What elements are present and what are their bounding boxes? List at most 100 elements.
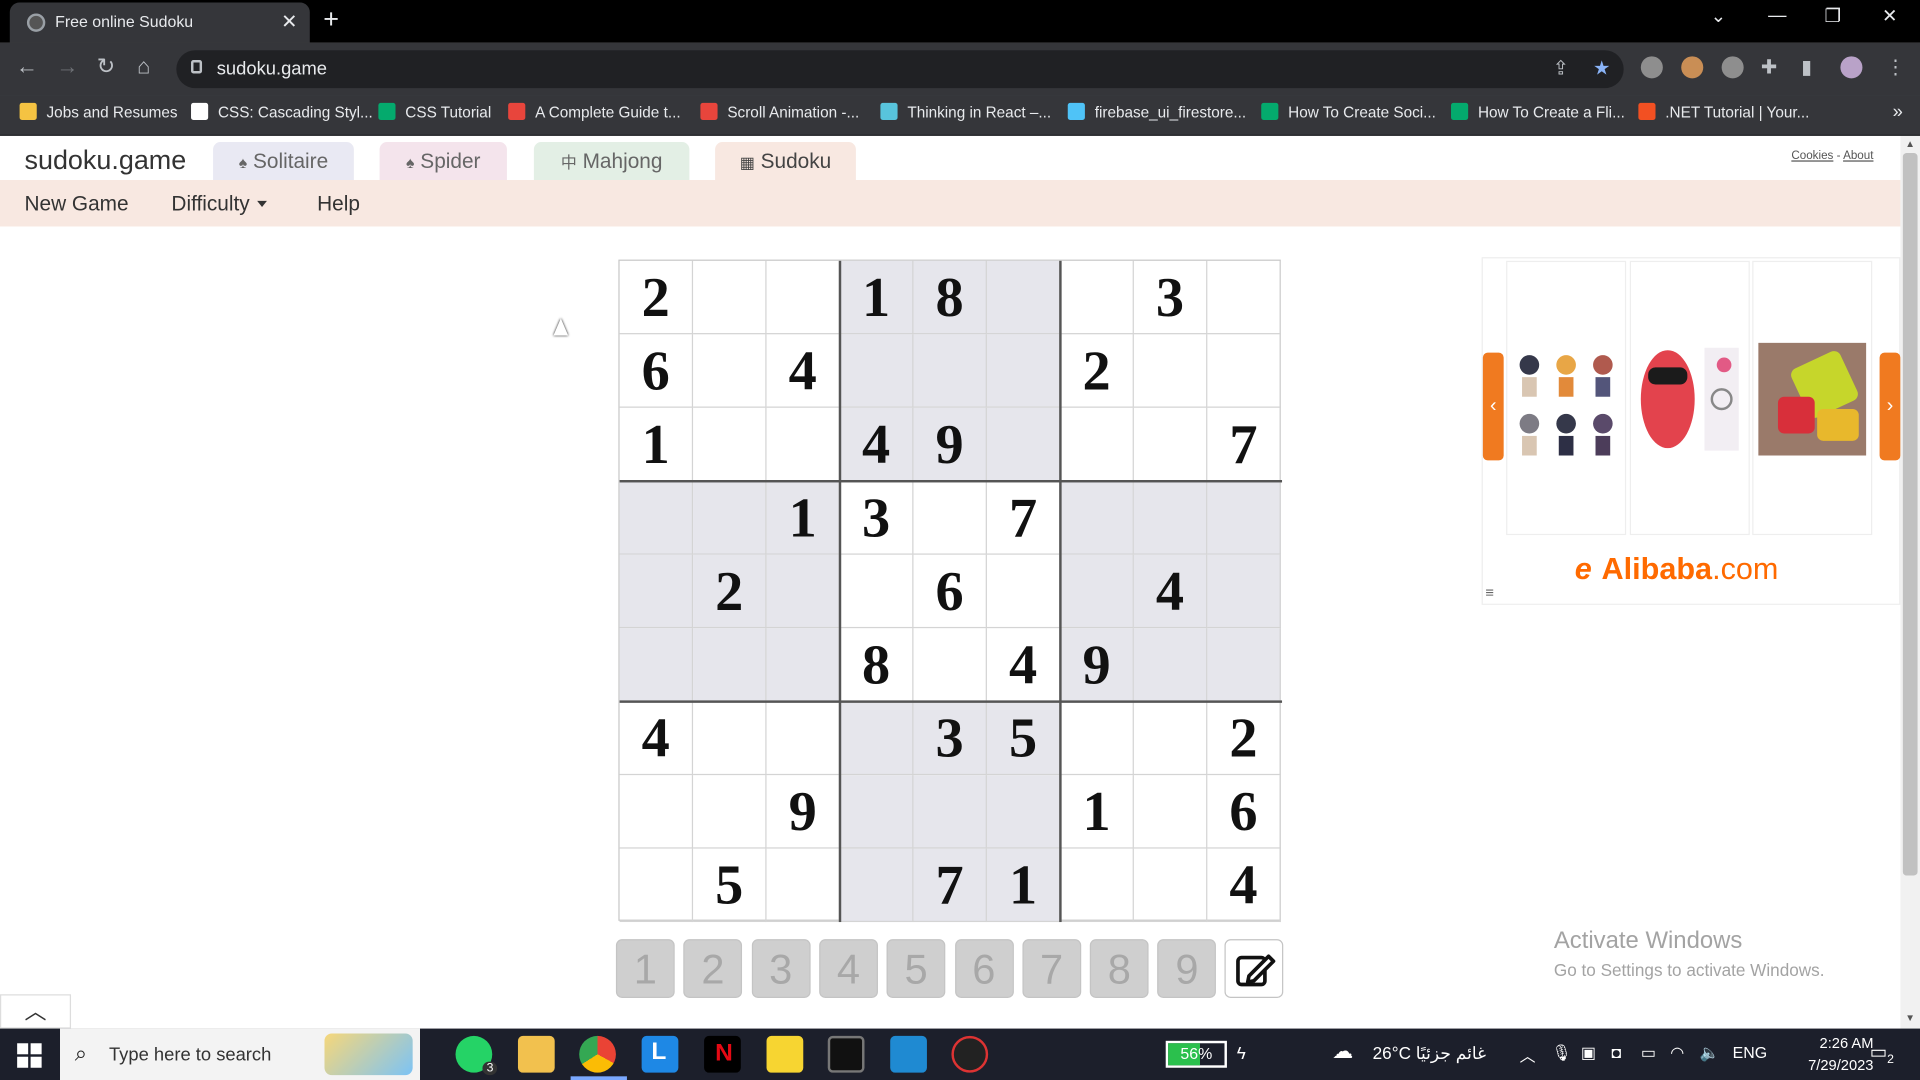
ad-options-icon[interactable]: ≡ (1485, 584, 1494, 601)
sudoku-cell[interactable] (1133, 775, 1208, 849)
sudoku-cell[interactable]: 8 (840, 628, 914, 702)
extension-icon[interactable] (1640, 56, 1663, 79)
browser-tab[interactable]: Free online Sudoku ✕ (9, 2, 310, 43)
sudoku-cell[interactable]: 2 (619, 260, 694, 335)
sudoku-cell[interactable] (1060, 554, 1134, 629)
taskbar-search-box[interactable]: ⌕ Type here to search (60, 1028, 420, 1080)
address-bar[interactable]: sudoku.game ⇪ ★ (176, 50, 1624, 89)
ad-next-arrow[interactable]: › (1879, 352, 1901, 461)
sudoku-cell[interactable]: 1 (1060, 775, 1134, 849)
cookies-link[interactable]: Cookies (1791, 149, 1833, 162)
display-icon[interactable]: ▣ (1581, 1043, 1596, 1063)
sudoku-cell[interactable] (766, 628, 840, 702)
tab-search-chevron-icon[interactable]: ⌄ (1711, 5, 1726, 27)
sudoku-cell[interactable] (693, 260, 767, 335)
sudoku-cell[interactable] (1133, 407, 1208, 482)
show-hidden-icons[interactable]: ︿ (1520, 1043, 1536, 1066)
weather-icon[interactable]: ☁ (1332, 1040, 1353, 1064)
chrome-menu-icon[interactable]: ⋮ (1886, 55, 1906, 79)
ad-product-card[interactable] (1752, 260, 1873, 536)
site-logo[interactable]: sudoku.game (24, 144, 186, 176)
bookmark-item[interactable]: A Complete Guide t... (508, 102, 681, 121)
tab-spider[interactable]: ♠ Spider (379, 142, 507, 182)
side-panel-icon[interactable]: ▮ (1801, 55, 1812, 79)
battery-tray-icon[interactable]: ▭ (1641, 1043, 1656, 1063)
sudoku-cell[interactable]: 4 (619, 701, 694, 776)
tab-solitaire[interactable]: ♠ Solitaire (213, 142, 354, 182)
number-button[interactable]: 2 (683, 939, 743, 998)
new-game-button[interactable]: New Game (24, 192, 128, 216)
about-link[interactable]: About (1843, 149, 1873, 162)
sudoku-cell[interactable]: 6 (1207, 775, 1281, 849)
new-tab-button[interactable]: + (323, 4, 339, 36)
sudoku-cell[interactable] (986, 334, 1061, 408)
close-window-button[interactable]: ✕ (1882, 5, 1897, 27)
terminal-icon[interactable] (827, 1035, 865, 1073)
scroll-up-arrow-icon[interactable]: ▲ (1905, 138, 1915, 149)
sudoku-cell[interactable]: 9 (1060, 628, 1134, 702)
microphone-icon[interactable]: 🎙 (1551, 1043, 1571, 1063)
sudoku-cell[interactable] (766, 260, 840, 335)
sudoku-cell[interactable] (619, 554, 694, 629)
bookmark-item[interactable]: Scroll Animation -... (700, 102, 859, 121)
sudoku-cell[interactable]: 4 (840, 407, 914, 482)
sudoku-cell[interactable] (913, 628, 987, 702)
alibaba-logo[interactable]: e Alibaba.com (1575, 552, 1779, 588)
sudoku-cell[interactable]: 9 (766, 775, 840, 849)
language-indicator[interactable]: ENG (1733, 1043, 1767, 1061)
sudoku-cell[interactable]: 1 (840, 260, 914, 335)
bookmark-item[interactable]: .NET Tutorial | Your... (1638, 102, 1809, 121)
ad-prev-arrow[interactable]: ‹ (1482, 352, 1504, 461)
sudoku-cell[interactable] (840, 775, 914, 849)
sudoku-cell[interactable]: 4 (766, 334, 840, 408)
volume-icon[interactable]: 🔈 (1700, 1043, 1720, 1063)
sudoku-cell[interactable]: 1 (766, 481, 840, 555)
sticky-notes-icon[interactable] (766, 1035, 804, 1073)
close-tab-icon[interactable]: ✕ (281, 10, 297, 34)
sudoku-cell[interactable] (986, 554, 1061, 629)
sudoku-cell[interactable] (913, 775, 987, 849)
sudoku-cell[interactable] (693, 407, 767, 482)
system-clock[interactable]: 2:26 AM 7/29/2023 (1763, 1032, 1873, 1076)
extension-icon[interactable] (1681, 56, 1704, 79)
sudoku-cell[interactable] (693, 481, 767, 555)
sudoku-cell[interactable]: 2 (693, 554, 767, 629)
sudoku-cell[interactable] (1207, 334, 1281, 408)
puzzle-extensions-icon[interactable]: ✚ (1761, 55, 1777, 79)
notes-toggle-button[interactable] (1224, 939, 1284, 998)
bookmark-item[interactable]: firebase_ui_firestore... (1067, 102, 1246, 121)
ad-product-card[interactable] (1629, 260, 1750, 536)
notification-center-icon[interactable]: ▭2 (1870, 1041, 1894, 1066)
reload-button[interactable]: ↻ (97, 54, 115, 80)
sudoku-cell[interactable] (693, 334, 767, 408)
number-button[interactable]: 9 (1157, 939, 1217, 998)
whatsapp-icon[interactable]: 3 (455, 1035, 498, 1076)
sudoku-cell[interactable] (913, 334, 987, 408)
sudoku-cell[interactable] (840, 334, 914, 408)
help-button[interactable]: Help (317, 192, 360, 216)
extension-icon[interactable] (1721, 56, 1744, 79)
sudoku-cell[interactable]: 4 (986, 628, 1061, 702)
chrome-icon[interactable] (579, 1035, 616, 1073)
advertisement[interactable]: ‹ › e Alibaba.com ≡ (1481, 257, 1901, 605)
bookmark-item[interactable]: How To Create a Fli... (1451, 102, 1625, 121)
number-button[interactable]: 7 (1022, 939, 1081, 998)
scroll-down-arrow-icon[interactable]: ▼ (1905, 1013, 1915, 1024)
sudoku-cell[interactable]: 7 (1207, 407, 1281, 482)
back-button[interactable]: ← (16, 54, 38, 80)
sudoku-cell[interactable]: 2 (1060, 334, 1134, 408)
more-bookmarks-button[interactable]: » (1893, 102, 1903, 123)
sudoku-cell[interactable] (1207, 481, 1281, 555)
sudoku-cell[interactable]: 2 (1207, 701, 1281, 776)
sudoku-cell[interactable] (1133, 628, 1208, 702)
sudoku-cell[interactable]: 8 (913, 260, 987, 335)
sudoku-cell[interactable] (986, 775, 1061, 849)
bookmark-star-icon[interactable]: ★ (1593, 56, 1611, 80)
sudoku-cell[interactable]: 7 (986, 481, 1061, 555)
sudoku-cell[interactable] (766, 554, 840, 629)
sudoku-cell[interactable] (1133, 481, 1208, 555)
number-button[interactable]: 1 (615, 939, 675, 998)
sudoku-cell[interactable]: 9 (913, 407, 987, 482)
sudoku-cell[interactable] (1060, 481, 1134, 555)
sudoku-cell[interactable]: 1 (986, 848, 1061, 923)
